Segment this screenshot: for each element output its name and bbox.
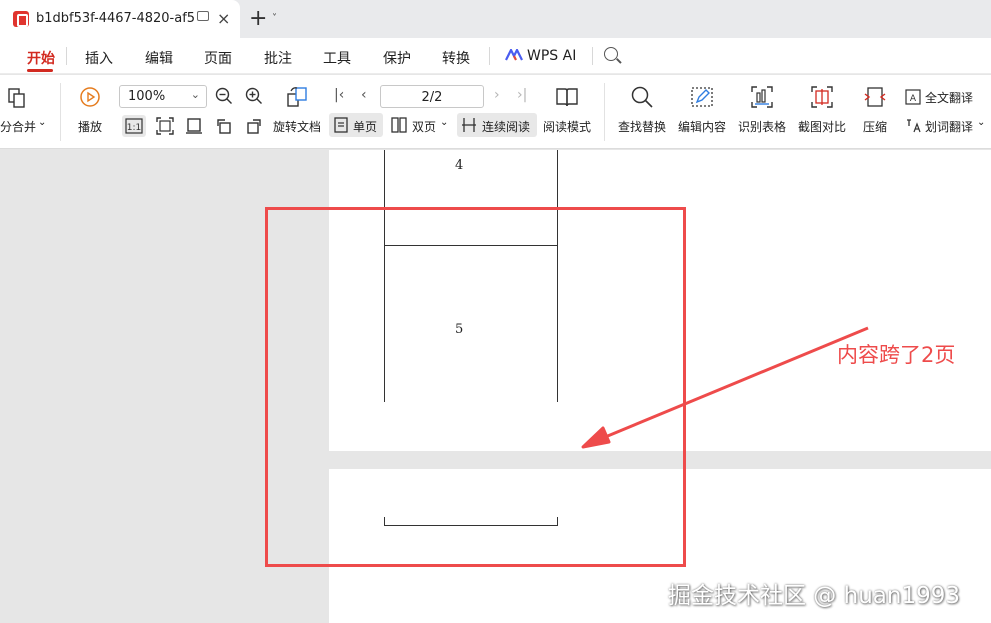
prev-page-icon[interactable]: ‹ [361, 87, 367, 103]
new-tab-button[interactable]: + [249, 6, 267, 31]
menu-divider [66, 47, 67, 65]
next-page-icon[interactable]: › [494, 87, 500, 103]
table-cell-4: 4 [455, 158, 464, 173]
pdf-app-icon [13, 11, 29, 27]
zoom-select[interactable]: 100% ⌄ [119, 85, 207, 108]
close-tab-button[interactable]: × [217, 9, 230, 28]
svg-text:A: A [910, 94, 917, 104]
read-mode-icon[interactable] [555, 85, 579, 109]
single-page-label: 单页 [353, 120, 378, 134]
double-page-button[interactable]: 双页 [412, 118, 436, 135]
menu-start[interactable]: 开始 [27, 48, 55, 68]
monitor-icon[interactable] [197, 11, 209, 21]
menu-protect[interactable]: 保护 [383, 48, 411, 68]
menu-insert[interactable]: 插入 [85, 48, 113, 68]
ribbon-toolbar: 分合并 ⌄ 播放 100% ⌄ 1:1 旋转文档 |‹ ‹ 2/2 › ›| 单… [0, 75, 991, 149]
find-replace-button[interactable]: 查找替换 [618, 118, 666, 135]
compress-icon[interactable] [863, 85, 887, 109]
first-page-icon[interactable]: |‹ [334, 87, 344, 103]
chevron-down-icon: ⌄ [190, 88, 200, 101]
play-icon[interactable] [79, 86, 101, 108]
zoom-in-icon[interactable] [245, 87, 263, 105]
menu-tools[interactable]: 工具 [323, 48, 351, 68]
continuous-reading-label: 连续阅读 [482, 120, 531, 134]
recognize-table-icon[interactable] [750, 85, 774, 109]
double-page-icon[interactable] [391, 117, 407, 133]
chevron-down-icon[interactable]: ˅ [272, 13, 277, 24]
edit-content-icon[interactable] [690, 85, 714, 109]
merge-button[interactable]: 分合并 [0, 118, 36, 135]
screenshot-compare-icon[interactable] [810, 85, 834, 109]
menu-edit[interactable]: 编辑 [145, 48, 173, 68]
menu-convert[interactable]: 转换 [442, 48, 470, 68]
wps-ai-icon [505, 49, 523, 61]
active-tab-indicator [27, 69, 53, 72]
merge-icon[interactable] [6, 87, 28, 109]
continuous-reading-icon [462, 118, 476, 132]
svg-text:1:1: 1:1 [127, 123, 141, 133]
zoom-out-icon[interactable] [215, 87, 233, 105]
toolbar-divider [604, 83, 605, 141]
annotation-text: 内容跨了2页 [837, 343, 956, 367]
menu-page[interactable]: 页面 [204, 48, 232, 68]
document-tab[interactable]: b1dbf53f-4467-4820-af53- × [0, 0, 240, 38]
play-button[interactable]: 播放 [78, 118, 102, 135]
word-translate-button[interactable]: 划词翻译 [925, 118, 973, 135]
recognize-table-button[interactable]: 识别表格 [738, 118, 786, 135]
menu-divider [489, 47, 490, 65]
toolbar-divider [60, 83, 61, 141]
edit-content-button[interactable]: 编辑内容 [678, 118, 726, 135]
chevron-down-icon[interactable]: ⌄ [38, 117, 46, 128]
compress-button[interactable]: 压缩 [863, 118, 887, 135]
rotate-left-icon[interactable] [215, 117, 233, 135]
menu-divider [592, 47, 593, 65]
actual-size-icon: 1:1 [125, 118, 143, 134]
zoom-value: 100% [128, 89, 166, 104]
rotate-document-icon[interactable] [285, 85, 309, 109]
menu-bar: 开始 插入 编辑 页面 批注 工具 保护 转换 WPS AI [0, 38, 991, 74]
page-number-value: 2/2 [421, 90, 443, 105]
fit-page-icon[interactable] [156, 117, 174, 135]
page-number-input[interactable]: 2/2 [380, 85, 484, 108]
rotate-document-button[interactable]: 旋转文档 [273, 118, 321, 135]
word-translate-icon[interactable] [905, 118, 921, 134]
fit-width-icon[interactable] [185, 117, 203, 135]
search-icon[interactable] [604, 47, 618, 61]
screenshot-compare-button[interactable]: 截图对比 [798, 118, 846, 135]
chevron-down-icon[interactable]: ⌄ [440, 117, 448, 128]
annotation-highlight-box [265, 207, 686, 567]
watermark: 掘金技术社区 @ huan1993 [668, 583, 960, 609]
read-mode-button[interactable]: 阅读模式 [543, 118, 591, 135]
chevron-down-icon[interactable]: ⌄ [977, 117, 985, 128]
full-translate-button[interactable]: 全文翻译 [925, 89, 973, 106]
last-page-icon[interactable]: ›| [517, 87, 527, 103]
find-replace-icon[interactable] [630, 85, 654, 109]
menu-comment[interactable]: 批注 [264, 48, 292, 68]
single-page-icon [334, 117, 348, 133]
title-bar: b1dbf53f-4467-4820-af53- × + ˅ [0, 0, 991, 38]
tab-title: b1dbf53f-4467-4820-af53- [36, 11, 194, 26]
menu-wps-ai[interactable]: WPS AI [527, 48, 576, 64]
rotate-right-icon[interactable] [245, 117, 263, 135]
full-translate-icon[interactable]: A [905, 89, 921, 105]
